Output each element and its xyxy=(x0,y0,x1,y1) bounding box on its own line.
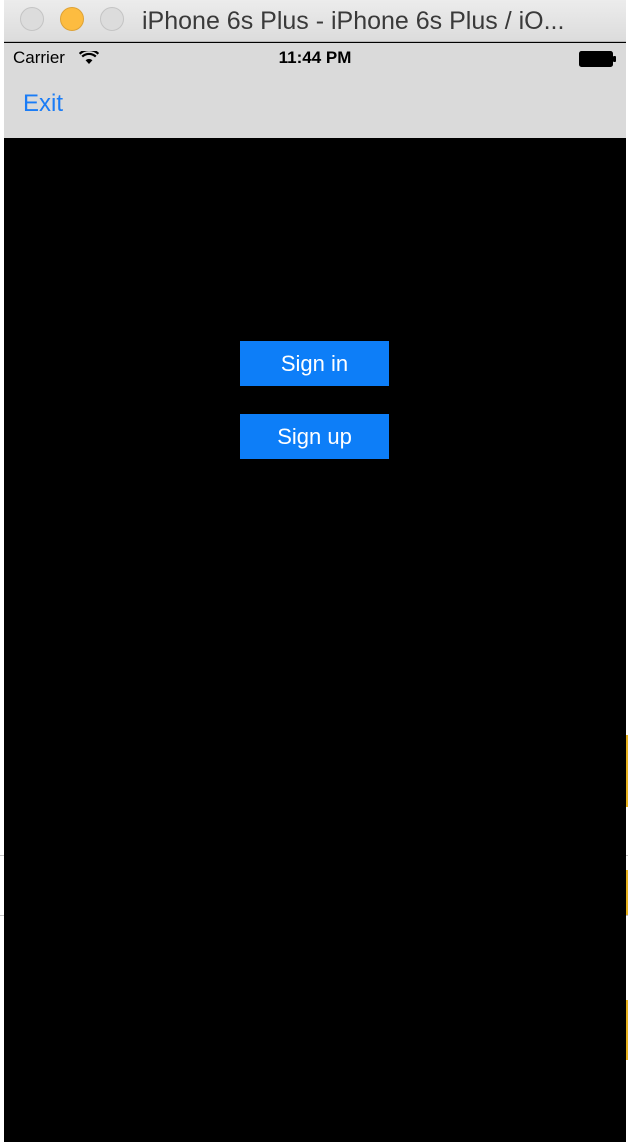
window-titlebar[interactable]: iPhone 6s Plus - iPhone 6s Plus / iO... xyxy=(4,0,626,42)
sign-in-button[interactable]: Sign in xyxy=(240,341,389,386)
status-bar: Carrier 11:44 PM xyxy=(4,43,626,73)
exit-button[interactable]: Exit xyxy=(23,90,63,118)
close-window-button[interactable] xyxy=(20,7,44,31)
status-time: 11:44 PM xyxy=(278,48,352,67)
simulator-window: iPhone 6s Plus - iPhone 6s Plus / iO... … xyxy=(4,0,626,1142)
zoom-window-button[interactable] xyxy=(100,7,124,31)
battery-icon xyxy=(579,51,616,67)
minimize-window-button[interactable] xyxy=(60,7,84,31)
window-title: iPhone 6s Plus - iPhone 6s Plus / iO... xyxy=(142,7,565,35)
navigation-bar: Exit xyxy=(4,73,626,138)
main-content: Sign in Sign up xyxy=(4,138,626,1142)
sign-up-button[interactable]: Sign up xyxy=(240,414,389,459)
